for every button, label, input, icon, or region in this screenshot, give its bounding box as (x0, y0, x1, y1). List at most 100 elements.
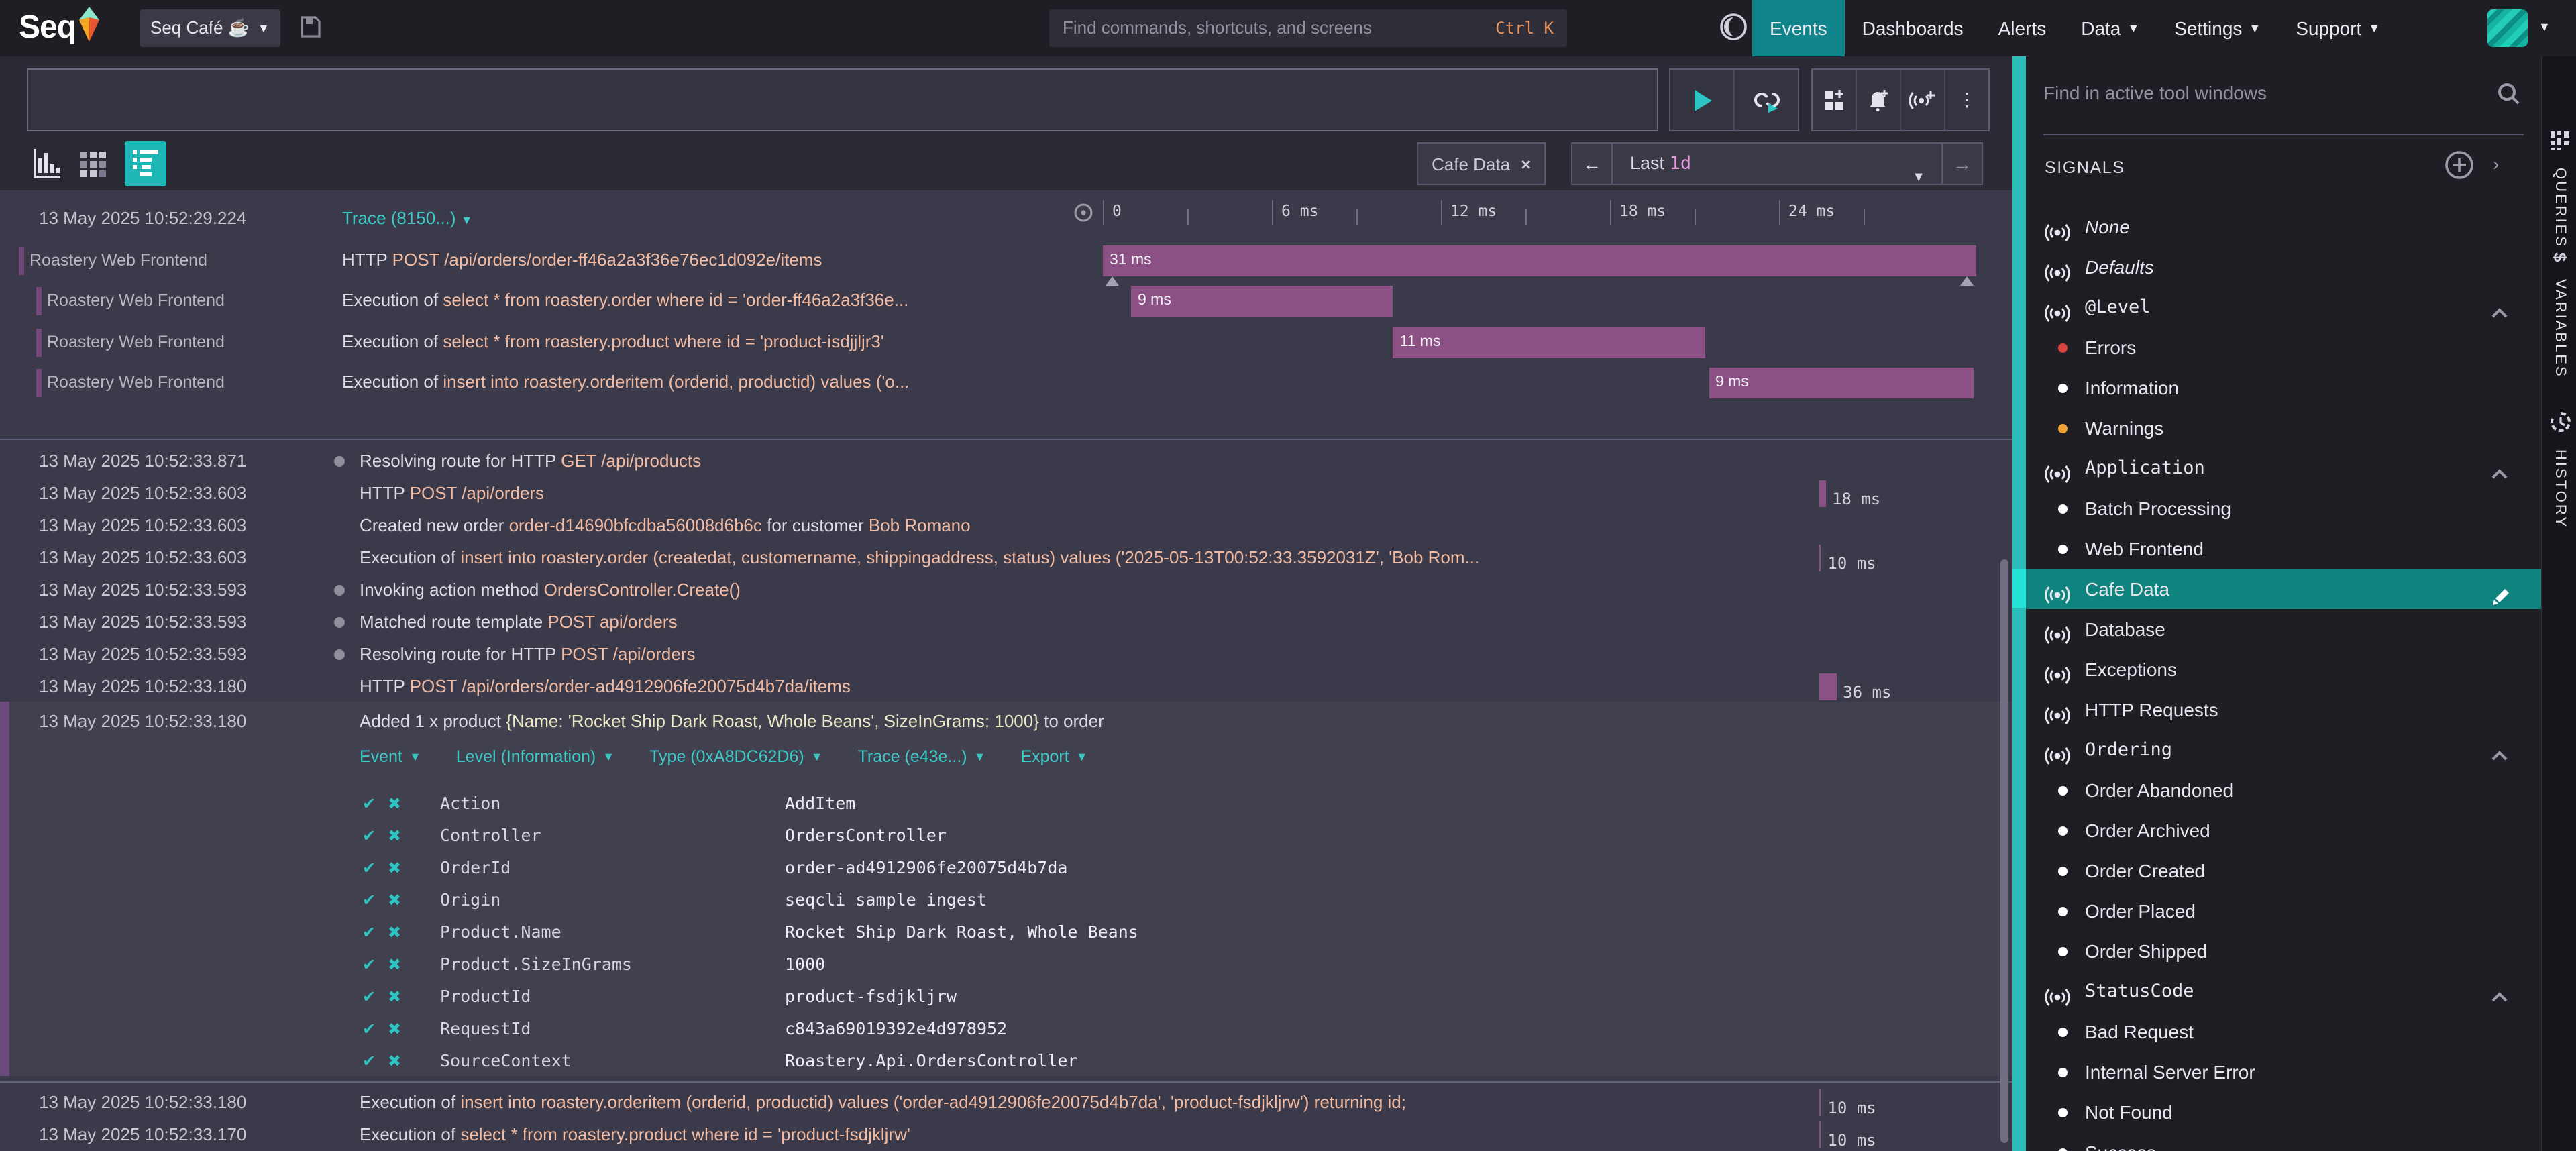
exclude-property-icon[interactable]: ✖ (388, 916, 401, 948)
include-property-icon[interactable]: ✔ (362, 1045, 376, 1077)
signal-item[interactable]: Ordering (2026, 730, 2541, 770)
trace-title[interactable]: Trace (8150...) ▼ (342, 199, 473, 241)
event-menu-level[interactable]: Level (Information)▼ (456, 747, 614, 766)
exclude-property-icon[interactable]: ✖ (388, 1045, 401, 1077)
tail-stream-button[interactable] (1733, 70, 1798, 130)
signal-item[interactable]: Errors (2026, 327, 2541, 368)
trace-row[interactable]: Roastery Web FrontendExecution of select… (0, 321, 2012, 362)
signal-item[interactable]: HTTP Requests (2026, 690, 2541, 730)
exclude-property-icon[interactable]: ✖ (388, 1013, 401, 1045)
signal-item[interactable]: Web Frontend (2026, 529, 2541, 569)
signal-item[interactable]: Success (2026, 1132, 2541, 1151)
span-duration-bar[interactable]: 9 ms (1709, 368, 1974, 398)
overflow-menu-button[interactable]: ⋮ (1944, 70, 1988, 130)
exclude-property-icon[interactable]: ✖ (388, 787, 401, 820)
tool-tab-queries[interactable]: QUERIES (2542, 131, 2576, 248)
tool-window-search[interactable]: Find in active tool windows (2026, 75, 2541, 115)
panel-divider[interactable] (2012, 56, 2026, 1151)
theme-toggle-moon-icon[interactable] (1719, 12, 1748, 42)
include-property-icon[interactable]: ✔ (362, 787, 376, 820)
signal-item[interactable]: Order Abandoned (2026, 770, 2541, 810)
include-property-icon[interactable]: ✔ (362, 981, 376, 1013)
nav-alerts[interactable]: Alerts (1981, 0, 2064, 56)
signal-item[interactable]: Batch Processing (2026, 488, 2541, 529)
run-query-button[interactable] (1670, 70, 1733, 130)
signal-item[interactable]: Warnings (2026, 408, 2541, 448)
range-field[interactable]: Last 1d ▼ (1613, 144, 1943, 184)
range-back-button[interactable]: ← (1572, 144, 1613, 184)
trace-row[interactable]: Roastery Web FrontendHTTP POST /api/orde… (0, 239, 2012, 280)
event-row[interactable]: 13 May 2025 10:52:33.593Resolving route … (0, 639, 2012, 671)
include-property-icon[interactable]: ✔ (362, 916, 376, 948)
signal-item[interactable]: Order Shipped (2026, 931, 2541, 971)
event-menu-event[interactable]: Event▼ (360, 747, 421, 766)
nav-settings[interactable]: Settings▼ (2157, 0, 2278, 56)
command-search-input[interactable]: Find commands, shortcuts, and screens Ct… (1049, 9, 1567, 47)
exclude-property-icon[interactable]: ✖ (388, 981, 401, 1013)
event-menu-export[interactable]: Export▼ (1020, 747, 1087, 766)
signal-item[interactable]: StatusCode (2026, 971, 2541, 1011)
event-row[interactable]: 13 May 2025 10:52:33.170Execution of sel… (0, 1119, 2012, 1151)
span-duration-bar[interactable]: 31 ms (1103, 245, 1976, 276)
event-row[interactable]: 13 May 2025 10:52:33.603Execution of ins… (0, 542, 2012, 574)
events-view-button[interactable] (125, 141, 166, 186)
remove-filter-icon[interactable]: × (1521, 154, 1531, 174)
signal-item[interactable]: Information (2026, 368, 2541, 408)
signal-item[interactable]: Application (2026, 448, 2541, 488)
event-row[interactable]: 13 May 2025 10:52:33.180Execution of ins… (0, 1087, 2012, 1119)
event-menu-type[interactable]: Type (0xA8DC62D6)▼ (649, 747, 823, 766)
add-to-dashboard-button[interactable] (1813, 70, 1856, 130)
workspace-selector[interactable]: Seq Café ☕▼ (140, 9, 280, 47)
include-property-icon[interactable]: ✔ (362, 948, 376, 981)
signal-filter-chip[interactable]: Cafe Data × (1417, 142, 1546, 185)
event-row[interactable]: 13 May 2025 10:52:33.180HTTP POST /api/o… (0, 671, 2012, 703)
trace-row[interactable]: Roastery Web FrontendExecution of insert… (0, 362, 2012, 403)
nav-events[interactable]: Events (1752, 0, 1845, 56)
exclude-property-icon[interactable]: ✖ (388, 948, 401, 981)
exclude-property-icon[interactable]: ✖ (388, 820, 401, 852)
nav-dashboards[interactable]: Dashboards (1845, 0, 1981, 56)
tool-tab-variables[interactable]: $VARIABLES (2542, 244, 2576, 378)
signal-item[interactable]: Not Found (2026, 1092, 2541, 1132)
event-row[interactable]: 13 May 2025 10:52:33.871Resolving route … (0, 445, 2012, 478)
grid-view-icon[interactable] (80, 151, 106, 176)
nav-data[interactable]: Data▼ (2063, 0, 2157, 56)
signal-item[interactable]: Order Placed (2026, 891, 2541, 931)
signal-item[interactable]: Internal Server Error (2026, 1052, 2541, 1092)
span-duration-bar[interactable]: 9 ms (1131, 286, 1393, 317)
events-scrollbar[interactable] (2000, 559, 2008, 1143)
signal-item[interactable]: None (2026, 207, 2541, 247)
exclude-property-icon[interactable]: ✖ (388, 884, 401, 916)
include-property-icon[interactable]: ✔ (362, 852, 376, 884)
signal-item[interactable]: @Level (2026, 287, 2541, 327)
signal-item[interactable]: Defaults (2026, 247, 2541, 287)
tool-tab-history[interactable]: HISTORY (2542, 412, 2576, 529)
event-menu-trace[interactable]: Trace (e43e...)▼ (858, 747, 986, 766)
histogram-view-icon[interactable] (32, 148, 62, 180)
signal-item[interactable]: Bad Request (2026, 1011, 2541, 1052)
event-row[interactable]: 13 May 2025 10:52:33.593Invoking action … (0, 574, 2012, 606)
trace-row[interactable]: Roastery Web FrontendExecution of select… (0, 280, 2012, 321)
save-icon[interactable] (301, 16, 321, 38)
include-property-icon[interactable]: ✔ (362, 820, 376, 852)
event-row[interactable]: 13 May 2025 10:52:33.603HTTP POST /api/o… (0, 478, 2012, 510)
signal-item[interactable]: Database (2026, 609, 2541, 649)
add-signal-plus-icon[interactable] (2445, 150, 2474, 180)
exclude-property-icon[interactable]: ✖ (388, 852, 401, 884)
user-menu-chevron-icon[interactable]: ▼ (2538, 20, 2551, 34)
query-input[interactable] (27, 68, 1658, 131)
event-row[interactable]: 13 May 2025 10:52:33.603Created new orde… (0, 510, 2012, 542)
signal-item[interactable]: Cafe Data (2026, 569, 2541, 609)
range-forward-button[interactable]: → (1943, 144, 1982, 184)
include-property-icon[interactable]: ✔ (362, 884, 376, 916)
nav-support[interactable]: Support▼ (2278, 0, 2398, 56)
include-property-icon[interactable]: ✔ (362, 1013, 376, 1045)
collapse-panel-chevron-icon[interactable]: › (2493, 153, 2499, 174)
signal-item[interactable]: Order Created (2026, 851, 2541, 891)
trace-header-row[interactable]: 13 May 2025 10:52:29.224Trace (8150...) … (0, 199, 1087, 239)
span-duration-bar[interactable]: 11 ms (1393, 327, 1706, 358)
expanded-event[interactable]: 13 May 2025 10:52:33.180Added 1 x produc… (0, 702, 2012, 1076)
signal-item[interactable]: Exceptions (2026, 649, 2541, 690)
event-row[interactable]: 13 May 2025 10:52:33.593Matched route te… (0, 606, 2012, 639)
add-alert-button[interactable] (1856, 70, 1900, 130)
